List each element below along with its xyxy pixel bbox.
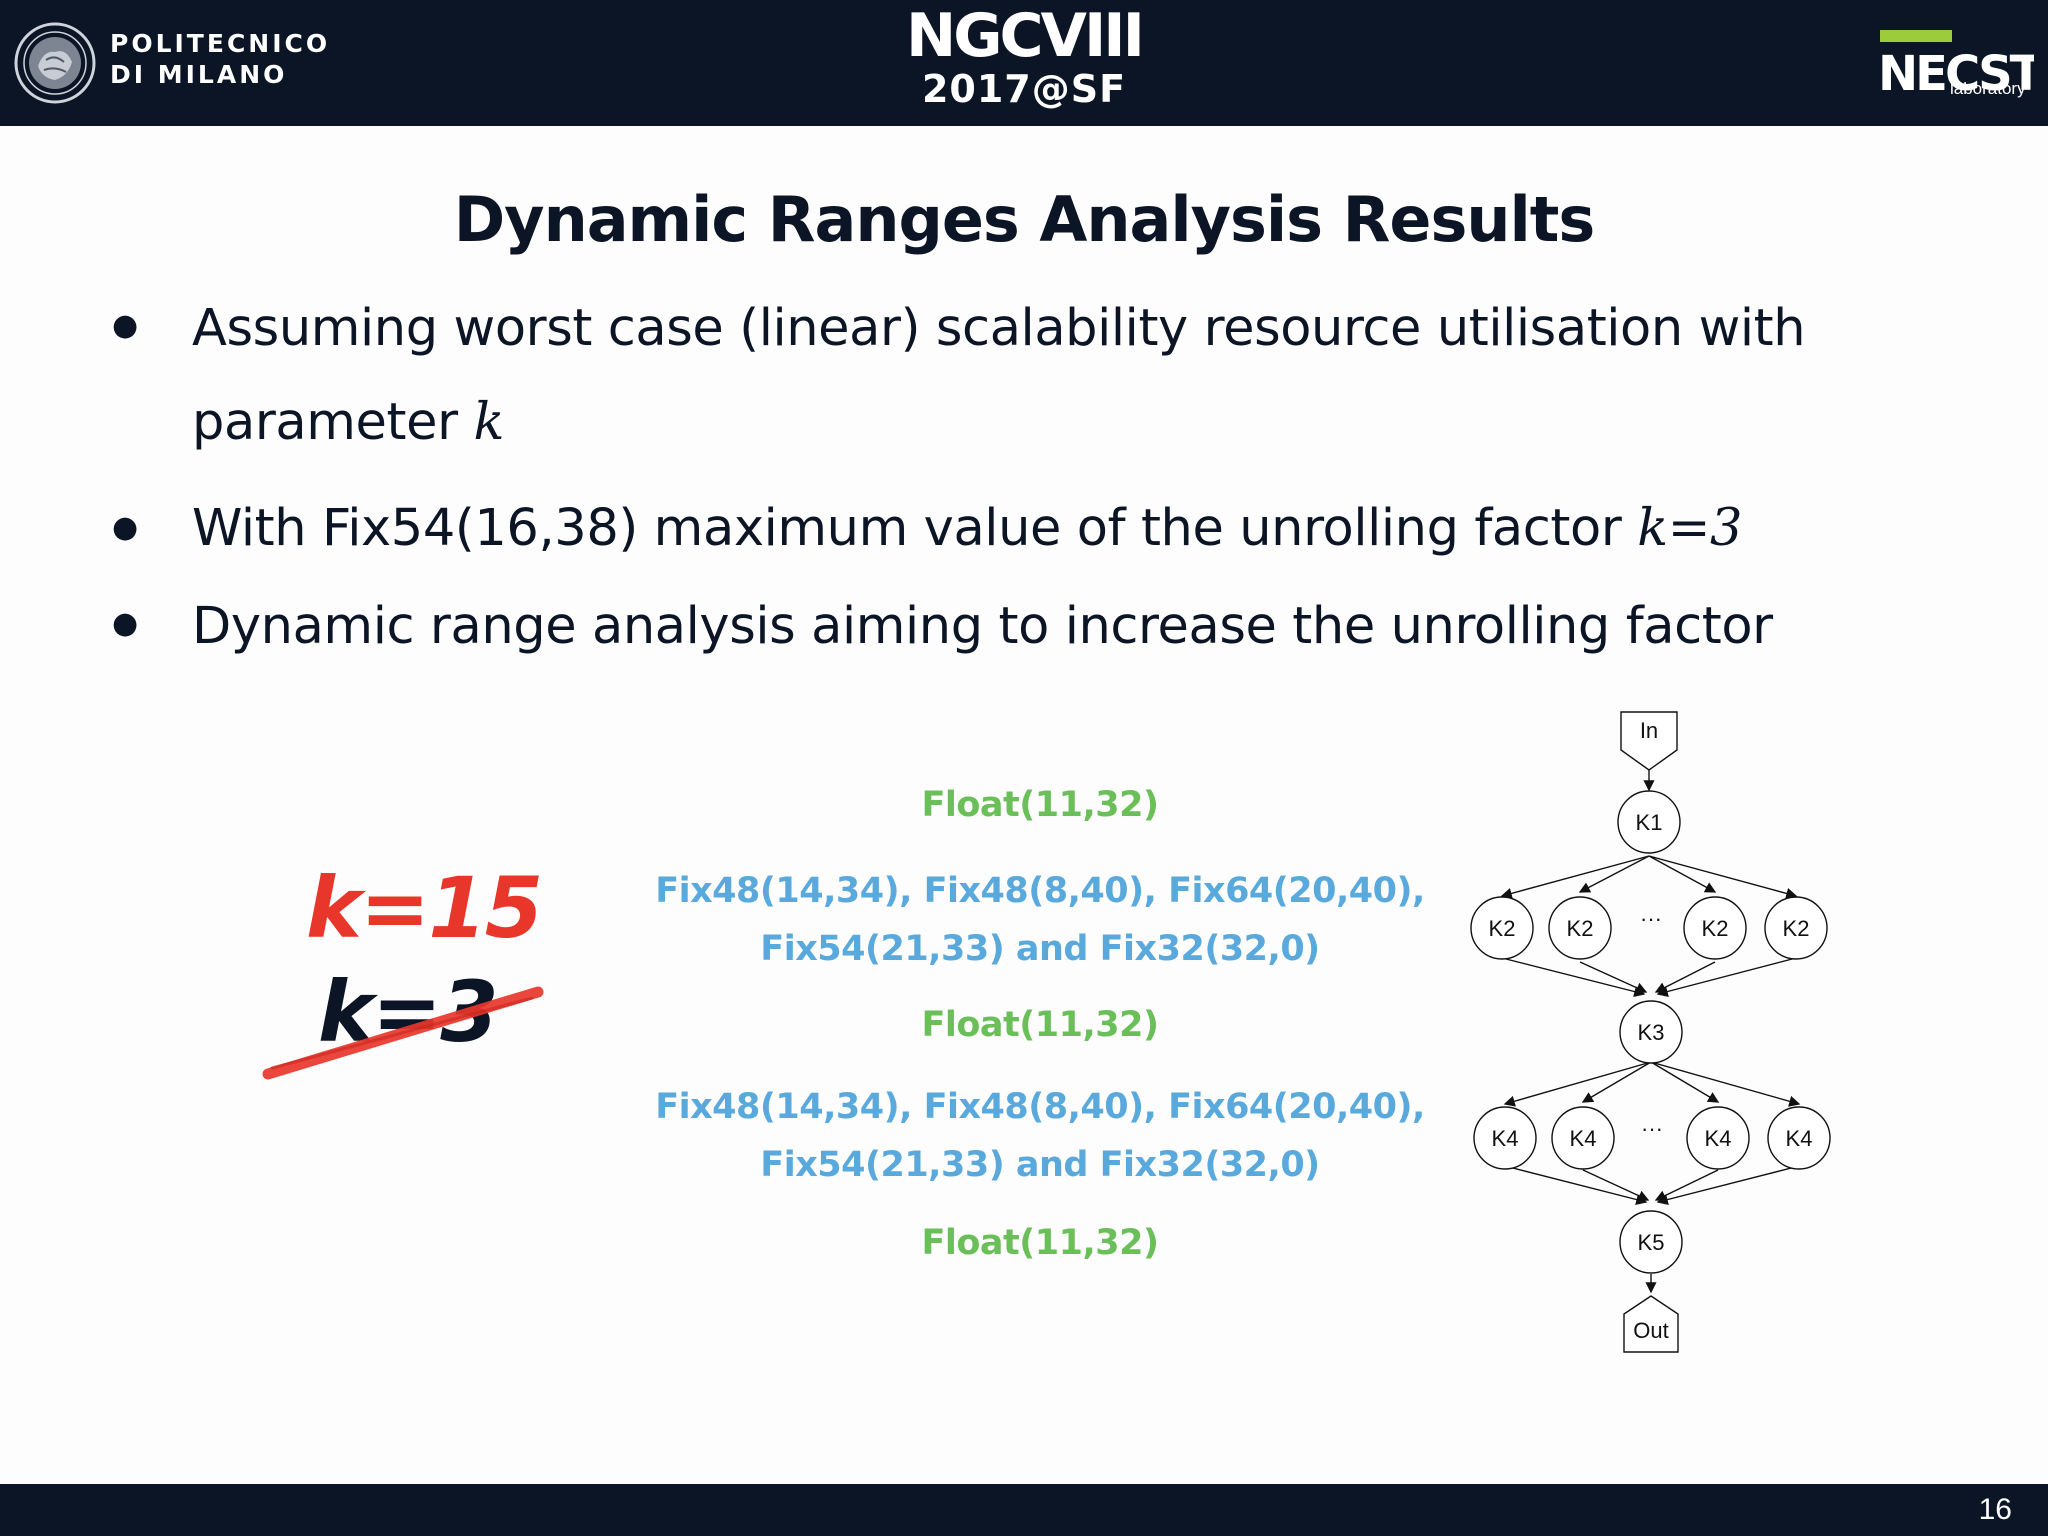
k4-node-label: K4 [1492, 1126, 1519, 1151]
strikethrough-mark [262, 986, 544, 1080]
k5-node-label: K5 [1638, 1230, 1665, 1255]
bullet-2-text: With Fix54(16,38) maximum value of the u… [192, 499, 1638, 558]
bullet-dot: ● [112, 606, 139, 641]
k3-node-label: K3 [1638, 1020, 1665, 1045]
bullet-2-math: k=3 [1637, 499, 1743, 558]
page-number: 16 [1978, 1493, 2012, 1526]
k2-node-label: K2 [1489, 916, 1516, 941]
institution-name: POLITECNICO DI MILANO [110, 28, 330, 90]
format-fix-1-line-1: Fix48(14,34), Fix48(8,40), Fix64(20,40), [655, 871, 1425, 911]
conference-title: NGCVIII [906, 1, 1145, 71]
k4-node-label: K4 [1570, 1126, 1597, 1151]
slide-title: Dynamic Ranges Analysis Results [453, 183, 1596, 256]
format-float-3: Float(11,32) [921, 1223, 1159, 1263]
bullet-3: Dynamic range analysis aiming to increas… [192, 597, 1773, 656]
k2-node-label: K2 [1783, 916, 1810, 941]
conference-subtitle: 2017@SF [921, 67, 1127, 111]
k4-ellipsis: ··· [1641, 1116, 1663, 1141]
necst-logo-icon: NECST laboratory [1878, 30, 2034, 100]
k4-node-label: K4 [1786, 1126, 1813, 1151]
format-float-2: Float(11,32) [921, 1005, 1159, 1045]
k1-node-label: K1 [1636, 810, 1663, 835]
header-bar: POLITECNICO DI MILANO NGCVIII 2017@SF NE… [0, 0, 2048, 126]
input-node-label: In [1640, 718, 1658, 743]
k2-ellipsis: ··· [1640, 906, 1662, 931]
lab-sub-text: laboratory [1950, 79, 2026, 98]
bullet-dot: ● [112, 308, 139, 343]
format-fix-2-line-1: Fix48(14,34), Fix48(8,40), Fix64(20,40), [655, 1087, 1425, 1127]
output-node-label: Out [1633, 1318, 1668, 1343]
kernel-dataflow-diagram: In K1 K2 K2 ··· K2 K2 K3 K4 K4 ··· K4 K4… [1470, 711, 1831, 1353]
bullet-1-line-1: Assuming worst case (linear) scalability… [192, 299, 1806, 358]
bullet-dot: ● [112, 510, 139, 545]
institution-line-1: POLITECNICO [110, 29, 331, 58]
format-fix-1-line-2: Fix54(21,33) and Fix32(32,0) [760, 929, 1320, 969]
k2-node-label: K2 [1567, 916, 1594, 941]
k4-node-label: K4 [1705, 1126, 1732, 1151]
format-float-1: Float(11,32) [921, 785, 1159, 825]
bullet-2: With Fix54(16,38) maximum value of the u… [192, 482, 1742, 576]
bullet-1-text: parameter [192, 393, 474, 452]
bullet-1-line-2: parameter k [192, 376, 504, 470]
institution-line-2: DI MILANO [110, 60, 288, 89]
format-fix-2-line-2: Fix54(21,33) and Fix32(32,0) [760, 1145, 1320, 1185]
footer-bar [0, 1484, 2048, 1536]
polimi-seal-icon [14, 22, 96, 104]
bullet-1-math: k [473, 393, 504, 452]
k-new-value: k=15 [306, 859, 543, 957]
k2-node-label: K2 [1702, 916, 1729, 941]
